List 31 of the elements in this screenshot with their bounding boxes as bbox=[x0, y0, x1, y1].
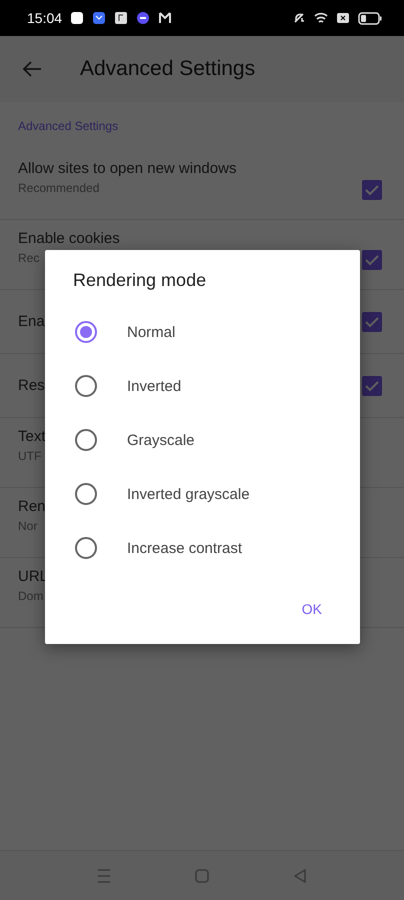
menu-icon[interactable] bbox=[95, 866, 113, 884]
back-icon[interactable] bbox=[22, 61, 42, 77]
checkbox[interactable] bbox=[362, 250, 382, 270]
back-triangle-icon[interactable] bbox=[291, 866, 309, 884]
radio-option[interactable]: Grayscale bbox=[45, 413, 360, 467]
radio-option[interactable]: Normal bbox=[45, 305, 360, 359]
radio-button[interactable] bbox=[75, 375, 97, 397]
checkbox[interactable] bbox=[362, 180, 382, 200]
setting-title: Text bbox=[18, 428, 46, 445]
radio-option[interactable]: Inverted grayscale bbox=[45, 467, 360, 521]
checkbox[interactable] bbox=[362, 376, 382, 396]
setting-title: Enable cookies bbox=[18, 230, 120, 247]
radio-button[interactable] bbox=[75, 429, 97, 451]
setting-title: Ena bbox=[18, 313, 45, 330]
radio-button[interactable] bbox=[75, 321, 97, 343]
dialog-title: Rendering mode bbox=[73, 270, 206, 291]
status-time: 15:04 bbox=[27, 10, 62, 26]
checkbox[interactable] bbox=[362, 312, 382, 332]
radio-option[interactable]: Inverted bbox=[45, 359, 360, 413]
radio-button[interactable] bbox=[75, 483, 97, 505]
wifi-icon bbox=[314, 11, 328, 25]
battery-icon bbox=[358, 12, 382, 24]
setting-title: Allow sites to open new windows bbox=[18, 160, 236, 177]
ok-button[interactable]: OK bbox=[294, 595, 330, 623]
square-icon[interactable] bbox=[193, 866, 211, 884]
setting-title: Res bbox=[18, 377, 45, 394]
setting-title: Ren bbox=[18, 498, 46, 515]
sim-icon bbox=[336, 11, 350, 25]
screen-title: Advanced Settings bbox=[80, 57, 256, 81]
section-header: Advanced Settings bbox=[18, 119, 118, 133]
radio-button[interactable] bbox=[75, 537, 97, 559]
